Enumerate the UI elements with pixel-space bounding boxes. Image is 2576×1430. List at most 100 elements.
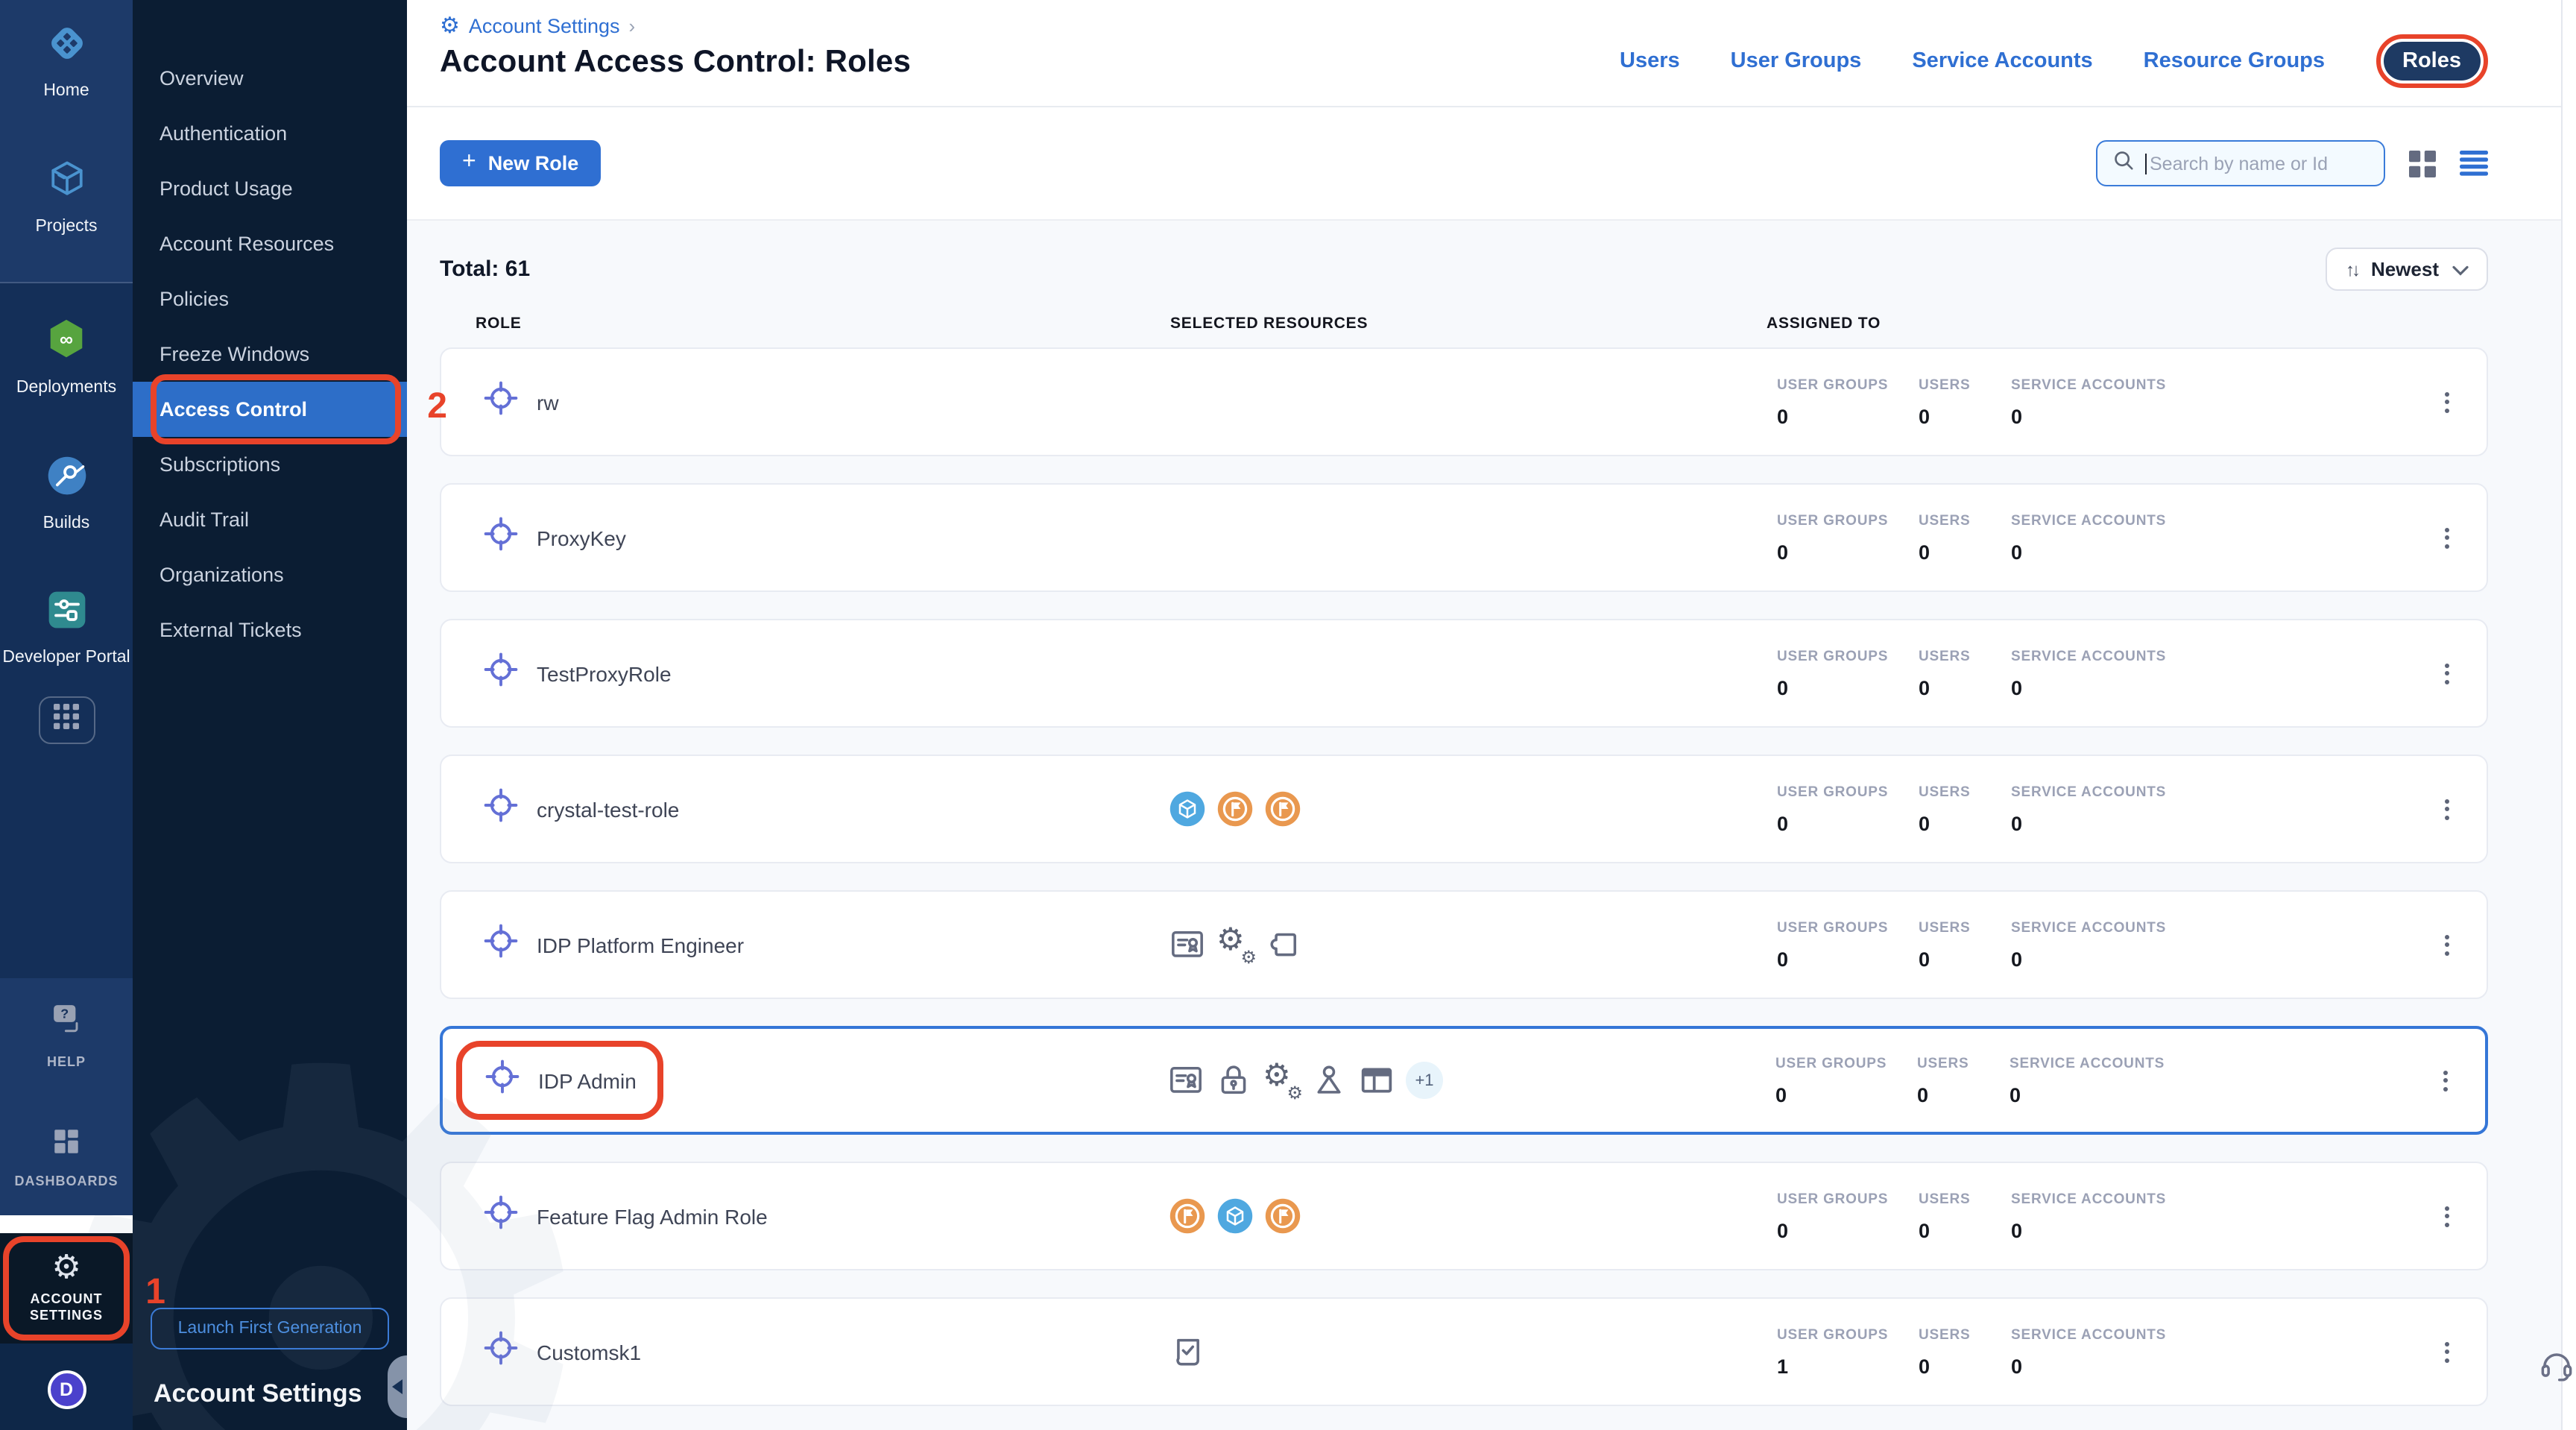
module-grid-button[interactable]: [38, 696, 95, 744]
sidebar-collapse-button[interactable]: [388, 1355, 407, 1418]
role-cell: rw: [441, 362, 1169, 441]
tab-roles[interactable]: Roles: [2383, 42, 2481, 81]
role-row-feature-flag-admin-role[interactable]: Feature Flag Admin Role USER GROUPS 0 US…: [440, 1162, 2488, 1270]
submenu-item-label: Product Usage: [160, 177, 293, 200]
submenu-item-label: Account Resources: [160, 233, 334, 255]
roles-list-area: Total: 61 ↑↓ Newest ROLE SELECTED RESOUR…: [407, 221, 2576, 1430]
gears-icon: ⚙⚙: [1263, 1062, 1300, 1099]
access-control-tabs: Users User Groups Service Accounts Resource…: [1620, 34, 2488, 88]
sort-dropdown[interactable]: ↑↓ Newest: [2326, 248, 2488, 291]
rail-item-label: Home: [43, 82, 89, 102]
rail-item-builds[interactable]: Builds: [0, 453, 133, 534]
assigned-value: 0: [1777, 541, 1919, 563]
row-kebab-menu-button[interactable]: [2406, 620, 2487, 726]
role-row-rw[interactable]: rw USER GROUPS 0 USERS 0 SERVICE ACCOUNT…: [440, 347, 2488, 456]
submenu-item-access-control[interactable]: Access Control2: [133, 382, 407, 437]
role-target-icon: [482, 379, 520, 425]
tab-user-groups[interactable]: User Groups: [1731, 49, 1862, 73]
role-badge: Customsk1: [455, 1312, 668, 1391]
role-name[interactable]: ProxyKey: [537, 526, 626, 549]
new-role-button[interactable]: + New Role: [440, 140, 601, 186]
column-headers: ROLE SELECTED RESOURCES ASSIGNED TO: [440, 315, 2488, 333]
role-row-testproxyrole[interactable]: TestProxyRole USER GROUPS 0 USERS 0 SERV…: [440, 619, 2488, 728]
module-rail: Home Projects ∞ Deployments Builds: [0, 0, 133, 1430]
role-cell: ProxyKey: [441, 498, 1169, 577]
submenu-item-authentication[interactable]: Authentication: [133, 106, 407, 161]
submenu-item-audit-trail[interactable]: Audit Trail: [133, 492, 407, 547]
assigned-service-accounts: SERVICE ACCOUNTS 0: [2011, 377, 2406, 427]
row-kebab-menu-button[interactable]: [2405, 1029, 2485, 1132]
breadcrumb-link[interactable]: Account Settings: [469, 15, 620, 37]
assigned-value: 0: [1777, 676, 1919, 699]
submenu-item-overview[interactable]: Overview: [133, 51, 407, 106]
assigned-service-accounts: SERVICE ACCOUNTS 0: [2011, 784, 2406, 834]
plus-icon: +: [462, 153, 476, 174]
user-avatar[interactable]: D: [47, 1370, 86, 1409]
row-kebab-menu-button[interactable]: [2406, 756, 2487, 862]
submenu-item-policies[interactable]: Policies: [133, 271, 407, 327]
role-name[interactable]: IDP Admin: [538, 1068, 637, 1092]
role-row-crystal-test-role[interactable]: crystal-test-role USER GROUPS 0 USERS 0 …: [440, 755, 2488, 863]
role-name[interactable]: Feature Flag Admin Role: [537, 1204, 768, 1228]
role-target-icon: [482, 650, 520, 696]
rail-item-help[interactable]: ? HELP: [0, 1000, 133, 1072]
submenu-item-organizations[interactable]: Organizations: [133, 547, 407, 602]
row-kebab-menu-button[interactable]: [2406, 892, 2487, 998]
rail-item-account-settings[interactable]: ⚙ ACCOUNT SETTINGS 1: [0, 1232, 133, 1344]
tab-service-accounts[interactable]: Service Accounts: [1912, 49, 2092, 73]
list-view-button[interactable]: [2460, 151, 2488, 176]
submenu-item-product-usage[interactable]: Product Usage: [133, 161, 407, 216]
rail-item-deployments[interactable]: ∞ Deployments: [0, 316, 133, 399]
assigned-value: 0: [1919, 948, 2011, 970]
row-kebab-menu-button[interactable]: [2406, 349, 2487, 455]
assigned-service-accounts: SERVICE ACCOUNTS 0: [2011, 512, 2406, 563]
assigned-value: 0: [2011, 1219, 2406, 1241]
role-row-proxykey[interactable]: ProxyKey USER GROUPS 0 USERS 0 SERVICE A…: [440, 483, 2488, 592]
role-row-customsk1[interactable]: Customsk1 USER GROUPS 1 USERS 0 SERVICE …: [440, 1297, 2488, 1406]
assigned-value: 0: [2011, 948, 2406, 970]
assigned-label: USERS: [1919, 377, 2011, 393]
rail-item-projects[interactable]: Projects: [0, 156, 133, 237]
role-target-icon: [482, 1193, 520, 1239]
rail-item-dashboards[interactable]: DASHBOARDS: [0, 1126, 133, 1191]
launch-first-generation-button[interactable]: Launch First Generation: [151, 1308, 389, 1349]
assigned-users: USERS 0: [1919, 919, 2011, 970]
rail-item-home[interactable]: Home: [0, 21, 133, 102]
text-caret: [2145, 153, 2147, 174]
row-kebab-menu-button[interactable]: [2406, 485, 2487, 590]
tab-users[interactable]: Users: [1620, 49, 1680, 73]
rail-item-developer-portal[interactable]: Developer Portal: [0, 588, 133, 670]
certificate-icon: [1167, 1062, 1205, 1099]
role-row-idp-admin[interactable]: IDP Admin ⚙⚙+1 USER GROUPS 0 USERS 0 SER…: [440, 1026, 2488, 1135]
search-input[interactable]: [2150, 153, 2369, 174]
row-kebab-menu-button[interactable]: [2406, 1299, 2487, 1405]
grid-view-button[interactable]: [2409, 150, 2436, 177]
certificate-icon: [1169, 926, 1206, 963]
submenu-item-external-tickets[interactable]: External Tickets: [133, 602, 407, 658]
submenu-item-account-resources[interactable]: Account Resources: [133, 216, 407, 271]
chevron-left-icon: [392, 1379, 402, 1394]
role-row-idp-platform-engineer[interactable]: IDP Platform Engineer ⚙⚙ USER GROUPS 0 U…: [440, 890, 2488, 999]
role-name[interactable]: Customsk1: [537, 1340, 641, 1364]
role-name[interactable]: crystal-test-role: [537, 797, 679, 821]
submenu-item-subscriptions[interactable]: Subscriptions: [133, 437, 407, 492]
rail-item-label: Builds: [43, 514, 90, 534]
role-name[interactable]: TestProxyRole: [537, 661, 672, 685]
role-name[interactable]: rw: [537, 390, 559, 414]
developer-portal-icon: [44, 588, 89, 640]
role-name[interactable]: IDP Platform Engineer: [537, 933, 744, 957]
selected-resources-cell: [1169, 790, 1765, 828]
assigned-users: USERS 0: [1919, 377, 2011, 427]
assigned-label: USERS: [1919, 1326, 2011, 1343]
selected-resources-cell: ⚙⚙ +1: [1167, 1062, 1764, 1099]
tab-resource-groups[interactable]: Resource Groups: [2144, 49, 2325, 73]
more-resources-badge: +1: [1406, 1062, 1443, 1099]
dashboards-icon: [51, 1126, 82, 1165]
support-headset-icon[interactable]: [2537, 1345, 2576, 1391]
assigned-value: 0: [2011, 405, 2406, 427]
row-kebab-menu-button[interactable]: [2406, 1163, 2487, 1269]
selected-resources-cell: [1169, 1197, 1765, 1235]
submenu-item-freeze-windows[interactable]: Freeze Windows: [133, 327, 407, 382]
person-icon: [1310, 1062, 1348, 1099]
assigned-service-accounts: SERVICE ACCOUNTS 0: [2011, 919, 2406, 970]
